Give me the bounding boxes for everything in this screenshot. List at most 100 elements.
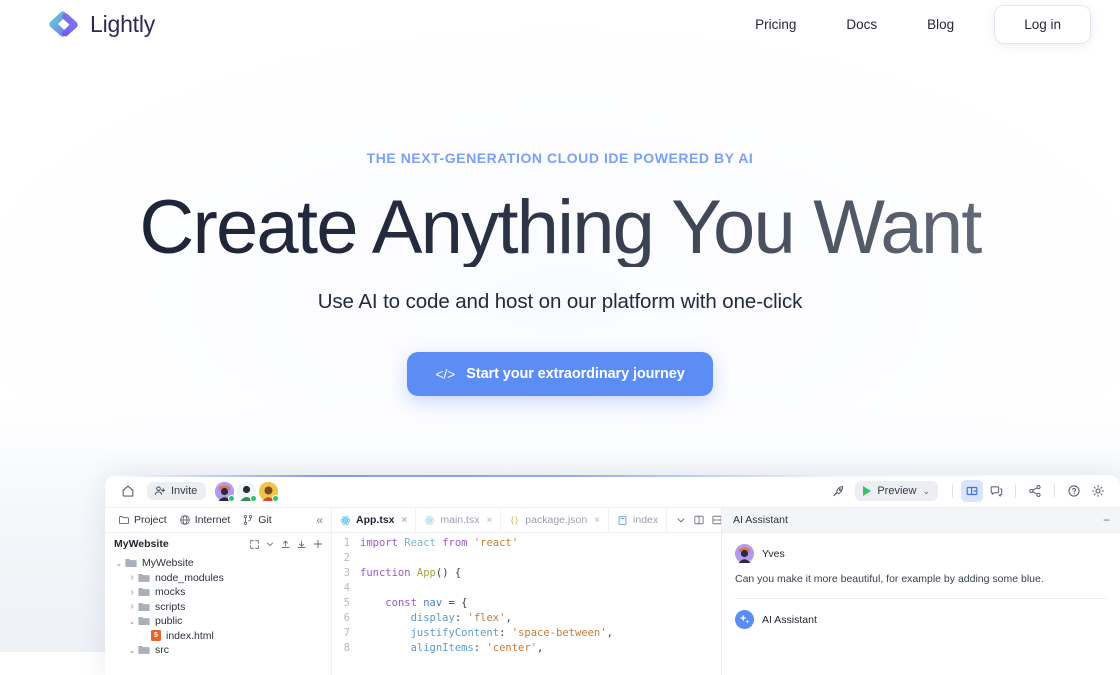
- nav-link-pricing[interactable]: Pricing: [730, 9, 821, 40]
- collapse-all-icon[interactable]: [249, 539, 260, 550]
- sidebar-tab-label: Internet: [194, 514, 231, 526]
- tree-row[interactable]: › mocks: [105, 585, 331, 600]
- gear-icon[interactable]: [1087, 480, 1109, 502]
- preview-label: Preview: [877, 485, 917, 497]
- nav-link-docs[interactable]: Docs: [821, 9, 902, 40]
- rocket-icon[interactable]: [827, 480, 849, 502]
- tree-row[interactable]: › node_modules: [105, 571, 331, 586]
- invite-button[interactable]: Invite: [147, 482, 207, 500]
- sidebar-tab-project[interactable]: Project: [113, 512, 172, 528]
- code-line: 7 justifyContent: 'space-between',: [332, 626, 721, 641]
- chevron-down-icon[interactable]: ⌄: [126, 646, 138, 655]
- chevron-right-icon[interactable]: ›: [126, 572, 138, 583]
- sidebar-tab-git[interactable]: Git: [237, 512, 276, 528]
- page-title: Create Anything You Want: [0, 188, 1120, 267]
- invite-label: Invite: [171, 485, 198, 497]
- tree-row-label: mocks: [155, 586, 186, 599]
- chevron-down-icon[interactable]: ⌄: [113, 559, 125, 568]
- code-line: 3 function App() {: [332, 566, 721, 581]
- close-icon[interactable]: ×: [594, 515, 600, 526]
- close-icon[interactable]: ×: [402, 515, 408, 526]
- braces-icon: [511, 515, 519, 525]
- editor-tab-main-tsx[interactable]: main.tsx ×: [416, 508, 502, 532]
- ide-preview-window: Invite Preview ⌄ Project Internet Git « …: [105, 475, 1120, 675]
- tree-row-label: scripts: [155, 600, 186, 613]
- tree-row[interactable]: 5 index.html: [105, 629, 331, 644]
- hero-section: THE NEXT-GENERATION CLOUD IDE POWERED BY…: [0, 150, 1120, 397]
- chat-bubble-icon[interactable]: [985, 480, 1007, 502]
- hero-subtitle: Use AI to code and host on our platform …: [317, 290, 803, 314]
- chevron-right-icon[interactable]: ›: [126, 587, 138, 598]
- code-line: 8 alignItems: 'center',: [332, 641, 721, 656]
- home-icon[interactable]: [117, 480, 139, 502]
- sidebar-collapse-button[interactable]: «: [314, 513, 325, 527]
- editor-tab-app-tsx[interactable]: App.tsx ×: [332, 508, 417, 532]
- chevron-down-icon[interactable]: [675, 514, 687, 526]
- tree-row[interactable]: › scripts: [105, 600, 331, 615]
- chevron-right-icon[interactable]: ›: [126, 601, 138, 612]
- message-header: Yves: [735, 544, 1107, 563]
- sidebar-tab-internet[interactable]: Internet: [174, 512, 236, 528]
- file-icon: [618, 515, 627, 525]
- collaborator-avatar-3[interactable]: [259, 481, 280, 502]
- split-vertical-icon[interactable]: [693, 514, 705, 526]
- file-tree: ⌄ MyWebsite › node_modules › mocks › scripts ⌄ pu…: [105, 555, 331, 658]
- code-line: 4: [332, 581, 721, 596]
- upload-icon[interactable]: [280, 539, 291, 550]
- download-icon[interactable]: [296, 539, 307, 550]
- brand-logo[interactable]: Lightly: [46, 9, 155, 39]
- brand-name: Lightly: [90, 10, 156, 37]
- code-line: 5 const nav = {: [332, 596, 721, 611]
- online-status-dot: [250, 494, 258, 502]
- tree-row-label: src: [155, 644, 169, 657]
- login-button[interactable]: Log in: [995, 5, 1090, 43]
- toolbar-divider: [1015, 484, 1016, 498]
- line-number: 5: [343, 597, 350, 609]
- code-line: 6 display: 'flex',: [332, 611, 721, 626]
- plus-icon[interactable]: [312, 538, 324, 550]
- code-text: function App() {: [360, 567, 462, 579]
- play-icon: [863, 486, 872, 496]
- preview-button[interactable]: Preview ⌄: [855, 481, 938, 501]
- split-horizontal-icon[interactable]: [711, 514, 721, 526]
- ide-body: Project Internet Git « MyWebsite ⌄ MyWeb…: [105, 508, 1120, 675]
- help-circle-icon[interactable]: [1063, 480, 1085, 502]
- editor-tab-package-json[interactable]: package.json ×: [501, 508, 610, 532]
- chevron-down-icon[interactable]: ⌄: [126, 617, 138, 626]
- folder-icon: [138, 588, 150, 597]
- start-journey-label: Start your extraordinary journey: [466, 366, 685, 383]
- line-number: 3: [343, 567, 350, 579]
- message-author: AI Assistant: [762, 613, 817, 626]
- collaborator-avatar-2[interactable]: [237, 481, 258, 502]
- project-actions: [249, 538, 324, 550]
- minimize-icon[interactable]: −: [1103, 514, 1110, 526]
- tree-row[interactable]: ⌄ MyWebsite: [105, 556, 331, 571]
- editor-tab-label: package.json: [525, 514, 588, 526]
- ai-message-list: Yves Can you make it more beautiful, for…: [722, 533, 1120, 675]
- message-header: AI Assistant: [735, 610, 1107, 630]
- nav-link-blog[interactable]: Blog: [902, 9, 979, 40]
- editor-tab-index[interactable]: index: [609, 508, 668, 532]
- hero-cta-wrap: </> Start your extraordinary journey: [0, 352, 1120, 397]
- user-avatar: [735, 544, 754, 563]
- close-icon[interactable]: ×: [486, 515, 492, 526]
- chevron-down-icon[interactable]: [265, 539, 275, 549]
- collaborator-avatar-1[interactable]: [215, 481, 236, 502]
- code-line: 1 import React from 'react': [332, 536, 721, 551]
- share-icon[interactable]: [1024, 480, 1046, 502]
- ide-accent-bar: [105, 475, 1120, 477]
- split-layout-icon[interactable]: [961, 480, 983, 502]
- code-area[interactable]: 1 import React from 'react' 2 3 function App…: [332, 533, 721, 675]
- ai-panel-header: AI Assistant −: [722, 508, 1120, 533]
- code-brackets-icon: </>: [435, 366, 456, 383]
- chat-message-user: Yves Can you make it more beautiful, for…: [722, 533, 1120, 600]
- start-journey-button[interactable]: </> Start your extraordinary journey: [407, 352, 713, 397]
- tree-row-label: index.html: [166, 629, 214, 642]
- sidebar-tabs: Project Internet Git «: [105, 508, 331, 533]
- tree-row[interactable]: ⌄ src: [105, 643, 331, 658]
- site-header: Lightly Pricing Docs Blog Log in: [0, 0, 1120, 48]
- globe-icon: [179, 515, 190, 525]
- online-status-dot: [228, 494, 236, 502]
- ide-sidebar: Project Internet Git « MyWebsite ⌄ MyWeb…: [105, 508, 332, 675]
- tree-row[interactable]: ⌄ public: [105, 614, 331, 629]
